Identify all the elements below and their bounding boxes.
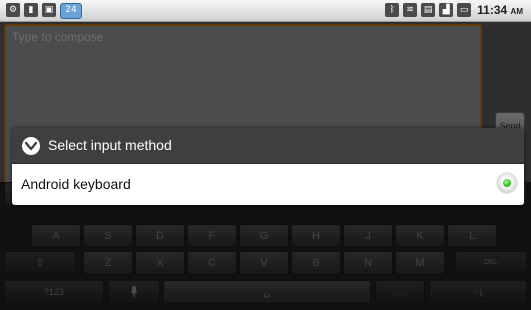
calendar-badge: 24: [60, 3, 82, 19]
sd-card-icon: ▮: [24, 3, 38, 17]
bluetooth-icon: ᛒ: [385, 3, 400, 17]
radio-button-selected[interactable]: [497, 173, 517, 193]
usb-debug-icon: ⚙: [6, 3, 20, 17]
radio-selected-dot: [503, 179, 511, 187]
app-notification-icon: ▣: [42, 3, 56, 17]
signal-icon: ▟: [439, 3, 454, 17]
option-label: Android keyboard: [21, 176, 131, 192]
battery-icon: ▭: [457, 3, 472, 17]
time-text: 11:34: [477, 3, 508, 17]
clock: 11:34 AM: [477, 3, 523, 17]
data-icon: ▤: [421, 3, 436, 17]
input-method-option[interactable]: Android keyboard: [12, 164, 524, 205]
ampm-text: AM: [510, 7, 523, 16]
select-input-method-dialog: Select input method Android keyboard: [12, 128, 524, 205]
chevron-down-icon: [22, 137, 40, 155]
dialog-title: Select input method: [48, 137, 172, 153]
vibrate-icon: ≋: [403, 3, 418, 17]
status-bar: ⚙ ▮ ▣ 24 ᛒ ≋ ▤ ▟ ▭ 11:34 AM: [0, 0, 531, 22]
dialog-header: Select input method: [12, 128, 524, 164]
